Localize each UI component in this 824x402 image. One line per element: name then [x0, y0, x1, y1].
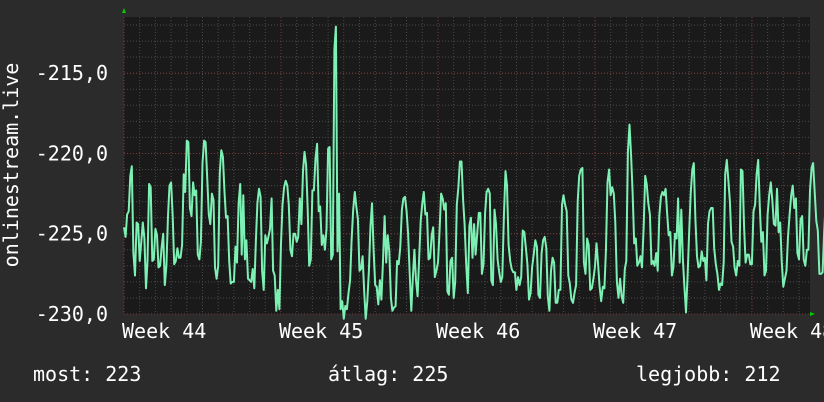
x-tick-label: Week 44: [122, 319, 206, 343]
y-tick-label: -230,0: [36, 302, 108, 326]
best-value: legjobb: 212: [636, 362, 781, 386]
y-tick-label: -225,0: [36, 222, 108, 246]
x-tick-label: Week 46: [436, 319, 520, 343]
x-tick-label: Week 47: [593, 319, 677, 343]
y-tick-label: -220,0: [36, 141, 108, 165]
y-tick-label: -215,0: [36, 61, 108, 85]
x-tick-labels: Week 44 Week 45 Week 46 Week 47 Week 48: [122, 319, 824, 343]
y-tick-labels: -215,0 -220,0 -225,0 -230,0: [36, 61, 108, 326]
x-tick-label: Week 45: [279, 319, 363, 343]
average-value: átlag: 225: [328, 362, 449, 386]
chart: -215,0-220,0-225,0-230,0 Week 44 Week 45 W…: [0, 8, 824, 343]
y-axis-arrow: [122, 8, 126, 13]
x-axis-arrow: [810, 312, 815, 316]
y-axis-label: onlinestream.live: [0, 63, 23, 268]
x-tick-label: Week 48: [750, 319, 824, 343]
current-value: most: 223: [33, 362, 142, 386]
